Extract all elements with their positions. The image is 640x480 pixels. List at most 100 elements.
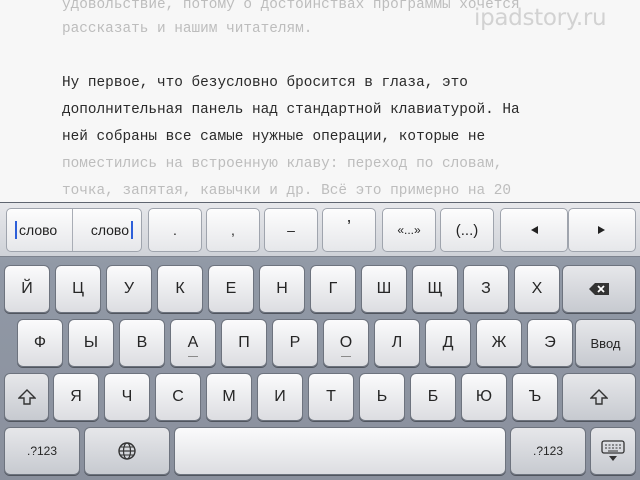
letter-key[interactable]: И (257, 373, 303, 421)
letter-key[interactable]: С (155, 373, 201, 421)
letter-key[interactable]: М (206, 373, 252, 421)
shift-key-right[interactable] (562, 373, 636, 421)
word-navigation-key[interactable]: слово слово (6, 208, 142, 252)
letter-key[interactable]: Щ (412, 265, 458, 313)
key-label: Р (289, 334, 301, 351)
letter-key[interactable]: Б (410, 373, 456, 421)
letter-key[interactable]: Э (527, 319, 573, 367)
document-line: удовольствие, потому о достоинствах прог… (62, 0, 520, 13)
letter-key[interactable]: Д (425, 319, 471, 367)
key-label: И (274, 388, 286, 405)
letter-key[interactable]: Х (514, 265, 560, 313)
arrow-right-icon (598, 226, 605, 234)
letter-key[interactable]: Ь (359, 373, 405, 421)
letter-key[interactable]: Ы (68, 319, 114, 367)
period-key[interactable]: . (148, 208, 202, 252)
key-label: Н (276, 280, 288, 297)
backspace-key[interactable] (562, 265, 636, 313)
comma-key[interactable]: , (206, 208, 260, 252)
letter-key[interactable]: А (170, 319, 216, 367)
key-label: А (187, 334, 199, 351)
key-label: Э (544, 334, 556, 351)
enter-key[interactable]: Ввод (575, 319, 636, 367)
key-label: Б (427, 388, 439, 405)
key-label: Т (326, 388, 336, 405)
key-label: Ь (376, 388, 388, 405)
home-row-marker (188, 356, 198, 357)
numbers-key-left[interactable]: .?123 (4, 427, 80, 475)
key-label: Ф (33, 334, 47, 351)
letter-key[interactable]: Я (53, 373, 99, 421)
cursor-left-key[interactable] (500, 208, 568, 252)
word-left-label: слово (19, 222, 58, 238)
key-label: В (136, 334, 148, 351)
key-label: Ы (83, 334, 99, 351)
letter-key[interactable]: Ф (17, 319, 63, 367)
key-label: Ъ (528, 388, 542, 405)
numbers-key-right[interactable]: .?123 (510, 427, 586, 475)
cursor-left-icon (15, 221, 17, 239)
word-key-divider (72, 209, 73, 251)
document-line: рассказать и нашим читателям. (62, 21, 313, 37)
letter-key[interactable]: Ш (361, 265, 407, 313)
key-label: Я (70, 388, 82, 405)
backspace-icon (589, 283, 609, 295)
key-label: Х (531, 280, 543, 297)
shift-key-left[interactable] (4, 373, 49, 421)
keyboard: слово слово . , – ’ «...» (...) Й Ц У К Е Н Г Ш… (0, 202, 640, 480)
document-area[interactable]: удовольствие, потому о достоинствах прог… (0, 0, 640, 202)
dash-key[interactable]: – (264, 208, 318, 252)
quotes-key[interactable]: «...» (382, 208, 436, 252)
letter-key[interactable]: Г (310, 265, 356, 313)
letter-key[interactable]: К (157, 265, 203, 313)
letter-key[interactable]: Т (308, 373, 354, 421)
hide-keyboard-key[interactable] (590, 427, 636, 475)
document-line: дополнительная панель над стандартной кл… (62, 102, 520, 118)
letter-key[interactable]: Й (4, 265, 50, 313)
language-key[interactable] (84, 427, 170, 475)
letter-key[interactable]: Ц (55, 265, 101, 313)
key-label: З (481, 280, 491, 297)
letter-key[interactable]: Ъ (512, 373, 558, 421)
key-label: О (339, 334, 353, 351)
key-label: Ц (72, 280, 84, 297)
hide-keyboard-icon (601, 440, 625, 461)
key-label: Е (225, 280, 237, 297)
key-label: Ч (121, 388, 133, 405)
letter-key[interactable]: Е (208, 265, 254, 313)
arrow-left-icon (531, 226, 538, 234)
key-label: Г (328, 280, 338, 297)
home-row-marker (341, 356, 351, 357)
document-line: точка, запятая, кавычки и др. Всё это пр… (62, 183, 512, 199)
globe-icon (118, 442, 136, 460)
document-line: Ну первое, что безусловно бросится в гла… (62, 75, 468, 91)
cursor-right-key[interactable] (568, 208, 636, 252)
letter-key[interactable]: Р (272, 319, 318, 367)
extra-key-toolbar: слово слово . , – ’ «...» (...) (0, 203, 640, 257)
letter-key[interactable]: В (119, 319, 165, 367)
letter-key[interactable]: Ж (476, 319, 522, 367)
letter-key[interactable]: У (106, 265, 152, 313)
letter-key[interactable]: Ч (104, 373, 150, 421)
key-label: Й (21, 280, 33, 297)
letter-key[interactable]: З (463, 265, 509, 313)
shift-icon (17, 389, 36, 405)
apostrophe-key[interactable]: ’ (322, 208, 376, 252)
key-label: К (175, 280, 185, 297)
letter-key[interactable]: О (323, 319, 369, 367)
shift-icon (590, 389, 608, 405)
letter-key[interactable]: Н (259, 265, 305, 313)
letter-key[interactable]: П (221, 319, 267, 367)
parentheses-key[interactable]: (...) (440, 208, 494, 252)
key-label: М (222, 388, 236, 405)
word-right-label: слово (90, 222, 129, 238)
watermark: ipadstory.ru (474, 5, 607, 31)
letter-key[interactable]: Ю (461, 373, 507, 421)
key-label: Д (442, 334, 454, 351)
letter-key[interactable]: Л (374, 319, 420, 367)
key-label: Ж (491, 334, 507, 351)
space-key[interactable] (174, 427, 506, 475)
key-label: Л (391, 334, 403, 351)
key-label: Ш (376, 280, 392, 297)
key-label: С (172, 388, 184, 405)
